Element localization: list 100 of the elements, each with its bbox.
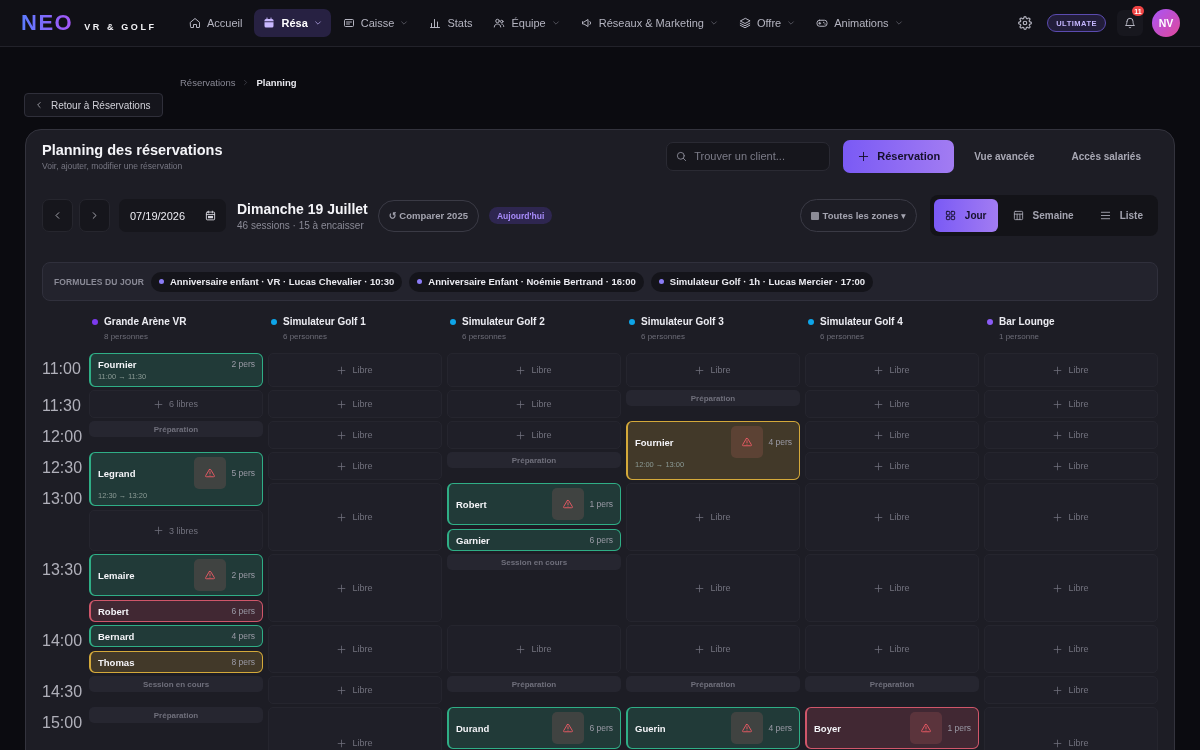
slot-status-label: Préparation <box>447 676 621 692</box>
booking-card[interactable]: Garnier 6 pers <box>447 529 621 551</box>
free-slot-button[interactable]: Libre <box>984 353 1158 387</box>
free-slot-button[interactable]: 3 libres <box>89 510 263 551</box>
booking-card[interactable]: Boyer 1 pers <box>805 707 979 749</box>
card-icon <box>342 17 355 29</box>
free-slot-button[interactable]: Libre <box>447 625 621 673</box>
settings-icon[interactable] <box>1018 16 1033 30</box>
bell-icon <box>1124 17 1136 29</box>
nav-item[interactable]: Stats <box>420 9 482 37</box>
free-slot-button[interactable]: Libre <box>984 625 1158 673</box>
free-slot-button[interactable]: Libre <box>447 353 621 387</box>
booking-name: Durand <box>456 722 491 734</box>
view-tab[interactable]: Semaine <box>1001 199 1085 232</box>
free-slot-button[interactable]: Libre <box>984 452 1158 480</box>
calendar-icon[interactable] <box>205 210 216 221</box>
free-slot-button[interactable]: Libre <box>626 483 800 551</box>
free-slot-button[interactable]: Libre <box>626 353 800 387</box>
booking-name: Lemaire <box>98 569 136 581</box>
free-slot-button[interactable]: Libre <box>984 707 1158 750</box>
booking-card[interactable]: Guerin 4 pers <box>626 707 800 749</box>
plus-icon <box>516 430 526 440</box>
free-slot-button[interactable]: Libre <box>984 554 1158 622</box>
booking-card[interactable]: Bernard 4 pers <box>89 625 263 647</box>
free-slot-button[interactable]: Libre <box>626 625 800 673</box>
party-size: 6 pers <box>231 606 255 616</box>
free-slot-button[interactable]: Libre <box>805 390 979 418</box>
column-title: Grande Arène VR <box>104 316 187 327</box>
free-slot-button[interactable]: Libre <box>268 483 442 551</box>
plus-icon <box>337 461 347 471</box>
plus-icon <box>874 365 884 375</box>
free-slot-button[interactable]: Libre <box>268 421 442 449</box>
booking-card[interactable]: Lemaire 2 pers <box>89 554 263 596</box>
free-slot-button[interactable]: Libre <box>268 390 442 418</box>
back-button[interactable]: Retour à Réservations <box>24 93 163 117</box>
booking-card[interactable]: Robert 6 pers <box>89 600 263 622</box>
formula-chip[interactable]: Anniversaire enfant · VR · Lucas Chevalier · 10:30 <box>150 271 403 292</box>
free-slot-button[interactable]: Libre <box>984 483 1158 551</box>
nav-item[interactable]: Offre <box>729 9 805 37</box>
search-field[interactable]: Trouver un client... <box>666 141 831 171</box>
nav-item[interactable]: Équipe <box>484 9 569 37</box>
nav-item[interactable]: Résa <box>254 9 331 37</box>
free-slot-button[interactable]: Libre <box>447 421 621 449</box>
free-slot-button[interactable]: Libre <box>805 554 979 622</box>
column-capacity: 8 personnes <box>103 332 150 341</box>
free-slot-button[interactable]: Libre <box>805 353 979 387</box>
free-slot-button[interactable]: Libre <box>447 390 621 418</box>
grid-icon <box>944 210 956 221</box>
breadcrumb-current: Planning <box>256 76 297 88</box>
free-slot-button[interactable]: Libre <box>805 483 979 551</box>
free-slot-button[interactable]: Libre <box>268 625 442 673</box>
user-avatar-button[interactable]: NV <box>1152 9 1180 37</box>
booking-card[interactable]: Durand 6 pers <box>447 707 621 749</box>
party-size: 1 pers <box>947 723 971 733</box>
free-slot-button[interactable]: Libre <box>805 452 979 480</box>
formula-chip[interactable]: Anniversaire Enfant · Noémie Bertrand · 16:00 <box>409 271 644 292</box>
free-slot-button[interactable]: Libre <box>268 452 442 480</box>
free-slot-button[interactable]: Libre <box>805 625 979 673</box>
free-slot-button[interactable]: 6 libres <box>89 390 263 418</box>
free-slot-button[interactable]: Libre <box>268 676 442 704</box>
slot-status-label: Préparation <box>626 390 800 406</box>
view-tab[interactable]: Jour <box>933 199 998 232</box>
free-slot-button[interactable]: Libre <box>984 676 1158 704</box>
free-slot-button[interactable]: Libre <box>805 421 979 449</box>
plus-icon <box>337 512 347 522</box>
plus-icon <box>695 644 705 654</box>
table-icon <box>1012 210 1024 221</box>
free-slot-button[interactable]: Libre <box>268 554 442 622</box>
free-slot-button[interactable]: Libre <box>984 421 1158 449</box>
plus-icon <box>516 644 526 654</box>
plus-icon <box>516 399 526 409</box>
slot-status-label: Session en cours <box>447 554 621 570</box>
free-slot-button[interactable]: Libre <box>984 390 1158 418</box>
slot-status-label: Préparation <box>805 676 979 692</box>
plus-icon <box>337 685 347 695</box>
plus-icon <box>1053 738 1063 748</box>
nav-item[interactable]: Animations <box>807 9 912 37</box>
nav-item[interactable]: Réseaux & Marketing <box>571 9 727 37</box>
chevron-right-icon <box>242 78 250 86</box>
list-icon <box>1099 210 1111 221</box>
formula-chip[interactable]: Simulateur Golf · 1h · Lucas Mercier · 17:00 <box>650 271 874 292</box>
dot-icon <box>158 279 164 284</box>
view-tab[interactable]: Liste <box>1088 199 1154 232</box>
logo-tagline: VR & GOLF <box>84 22 157 32</box>
search-icon <box>676 150 688 162</box>
breadcrumb-link[interactable]: Réservations <box>180 76 236 88</box>
free-slot-button[interactable]: Libre <box>268 707 442 750</box>
nav-item[interactable]: Accueil <box>180 9 252 37</box>
free-slot-button[interactable]: Libre <box>268 353 442 387</box>
column-title: Simulateur Golf 1 <box>283 316 366 327</box>
nav-item[interactable]: Caisse <box>333 9 418 37</box>
text-button[interactable]: Accès salariés <box>1051 139 1158 173</box>
booking-card[interactable]: Thomas 8 pers <box>89 651 263 673</box>
date-field[interactable]: 07/19/2026 <box>119 199 226 232</box>
text-button[interactable]: Vue avancée <box>954 139 1052 173</box>
free-slot-button[interactable]: Libre <box>626 554 800 622</box>
formulas-label: FORMULES DU JOUR <box>54 276 144 287</box>
booking-card[interactable]: Robert 1 pers <box>447 483 621 525</box>
new-reservation-button[interactable]: Réservation <box>843 139 955 173</box>
party-size: 2 pers <box>231 359 255 369</box>
